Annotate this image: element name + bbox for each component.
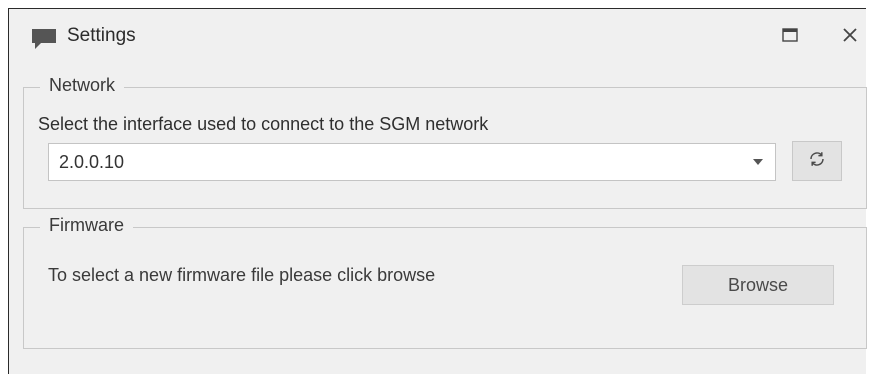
title-bar: Settings [9,9,866,65]
speech-bubble-icon [31,27,57,51]
maximize-icon [782,27,798,47]
maximize-button[interactable] [775,23,805,51]
refresh-button[interactable] [792,141,842,181]
chevron-down-icon[interactable] [753,159,763,165]
network-group: Network Select the interface used to con… [23,75,867,209]
interface-select-value: 2.0.0.10 [59,152,125,172]
close-button[interactable] [835,23,865,51]
firmware-description: To select a new firmware file please cli… [48,265,436,285]
firmware-group: Firmware To select a new firmware file p… [23,215,867,349]
close-icon [842,27,858,48]
network-description: Select the interface used to connect to … [38,114,489,134]
interface-select[interactable]: 2.0.0.10 [48,143,776,181]
window-title: Settings [67,25,136,46]
settings-window: Settings Network Select the interface us… [8,8,867,374]
browse-button[interactable]: Browse [682,265,834,305]
firmware-legend: Firmware [40,215,133,236]
network-legend: Network [40,75,125,96]
refresh-icon [807,149,827,174]
